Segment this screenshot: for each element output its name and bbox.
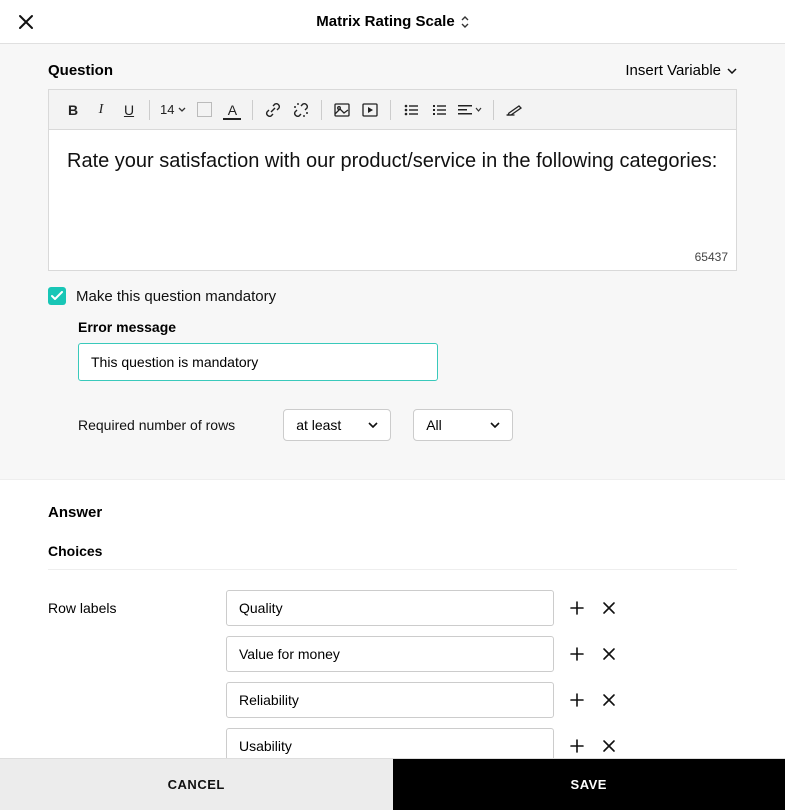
caret-down-icon	[727, 68, 737, 74]
row-label-input[interactable]	[226, 636, 554, 672]
question-label: Question	[48, 62, 113, 79]
rows-condition-select[interactable]: at least	[283, 409, 391, 441]
error-message-title: Error message	[78, 319, 737, 335]
remove-row-icon[interactable]	[600, 737, 618, 755]
underline-button[interactable]: U	[115, 96, 143, 124]
text-color-button[interactable]: A	[218, 96, 246, 124]
bg-color-button[interactable]	[190, 96, 218, 124]
close-icon[interactable]	[16, 12, 36, 32]
answer-title: Answer	[48, 504, 737, 521]
required-rows-label: Required number of rows	[78, 417, 235, 433]
cancel-label: CANCEL	[168, 777, 225, 792]
row-label-row	[226, 590, 737, 626]
rich-text-editor: B I U 14 A	[48, 89, 737, 271]
font-size-select[interactable]: 14	[156, 102, 190, 117]
remove-row-icon[interactable]	[600, 599, 618, 617]
required-rows-block: Required number of rows at least All	[0, 381, 785, 479]
header-title-wrap[interactable]: Matrix Rating Scale	[36, 13, 749, 30]
add-row-icon[interactable]	[568, 599, 586, 617]
rows-count-value: All	[426, 417, 442, 433]
video-button[interactable]	[356, 96, 384, 124]
error-message-block: Error message	[0, 305, 785, 381]
row-label-input[interactable]	[226, 590, 554, 626]
row-label-input[interactable]	[226, 728, 554, 758]
caret-down-icon	[475, 107, 482, 112]
page-title: Matrix Rating Scale	[316, 13, 454, 30]
error-message-input[interactable]	[78, 343, 438, 381]
row-label-input[interactable]	[226, 682, 554, 718]
row-label-row	[226, 682, 737, 718]
footer: CANCEL SAVE	[0, 758, 785, 810]
header: Matrix Rating Scale	[0, 0, 785, 44]
add-row-icon[interactable]	[568, 645, 586, 663]
chevron-down-icon	[368, 422, 378, 428]
link-button[interactable]	[259, 96, 287, 124]
editor-toolbar: B I U 14 A	[49, 90, 736, 130]
bold-button[interactable]: B	[59, 96, 87, 124]
cancel-button[interactable]: CANCEL	[0, 759, 393, 810]
row-labels-title: Row labels	[48, 590, 226, 758]
chevron-down-icon	[490, 422, 500, 428]
mandatory-checkbox[interactable]	[48, 287, 66, 305]
question-text: Rate your satisfaction with our product/…	[67, 148, 718, 175]
char-counter: 65437	[695, 250, 728, 264]
add-row-icon[interactable]	[568, 691, 586, 709]
remove-row-icon[interactable]	[600, 645, 618, 663]
insert-variable-button[interactable]: Insert Variable	[625, 62, 737, 79]
font-size-value: 14	[160, 102, 174, 117]
insert-variable-label: Insert Variable	[625, 62, 721, 79]
editor-content-area[interactable]: Rate your satisfaction with our product/…	[49, 130, 736, 270]
sort-caret-icon	[461, 16, 469, 28]
answer-section: Answer Choices Row labels	[0, 479, 785, 758]
save-button[interactable]: SAVE	[393, 759, 785, 810]
rows-condition-value: at least	[296, 417, 341, 433]
question-section: Question Insert Variable B I U 14	[0, 44, 785, 271]
numbered-list-button[interactable]	[425, 96, 453, 124]
choices-title: Choices	[48, 543, 737, 570]
remove-row-icon[interactable]	[600, 691, 618, 709]
mandatory-row: Make this question mandatory	[0, 287, 785, 305]
row-label-row	[226, 636, 737, 672]
add-row-icon[interactable]	[568, 737, 586, 755]
bullet-list-button[interactable]	[397, 96, 425, 124]
image-button[interactable]	[328, 96, 356, 124]
clear-format-button[interactable]	[500, 96, 528, 124]
mandatory-label: Make this question mandatory	[76, 288, 276, 305]
row-labels-list	[226, 590, 737, 758]
caret-down-icon	[178, 107, 186, 112]
save-label: SAVE	[571, 777, 607, 792]
italic-button[interactable]: I	[87, 96, 115, 124]
unlink-button[interactable]	[287, 96, 315, 124]
row-label-row	[226, 728, 737, 758]
align-button[interactable]	[453, 96, 487, 124]
rows-count-select[interactable]: All	[413, 409, 513, 441]
